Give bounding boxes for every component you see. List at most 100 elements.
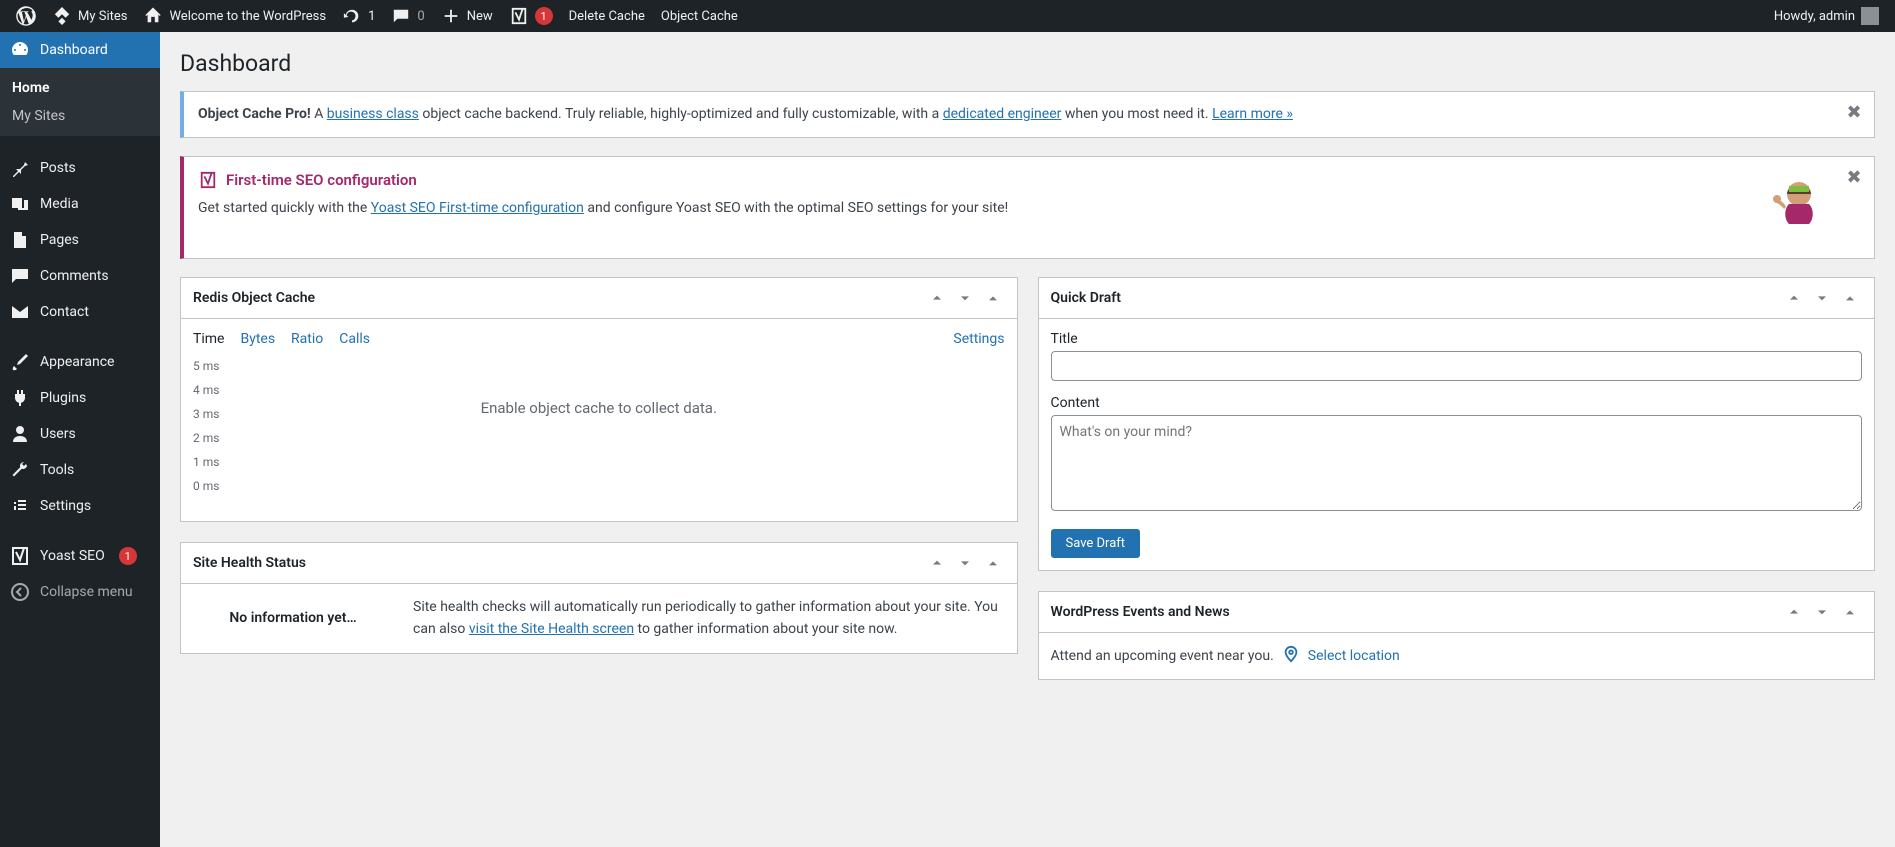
move-down-icon[interactable]: [953, 286, 977, 310]
location-icon: [1282, 645, 1300, 667]
admin-toolbar: My Sites Welcome to the WordPress 1 0 Ne…: [0, 0, 1895, 32]
admin-sidebar: Dashboard Home My Sites Posts Media Page…: [0, 32, 160, 847]
wordpress-icon: [16, 6, 36, 26]
plugin-icon: [10, 388, 30, 408]
ylabel: 0 ms: [193, 479, 219, 493]
yoast-notice-icon: [198, 170, 218, 190]
menu-tools-label: Tools: [40, 462, 74, 478]
menu-users-label: Users: [40, 426, 76, 442]
draft-title-input[interactable]: [1051, 351, 1863, 381]
ylabel: 5 ms: [193, 359, 219, 373]
ocp-learn-more[interactable]: Learn more »: [1212, 106, 1293, 122]
my-account[interactable]: Howdy, admin: [1766, 0, 1887, 32]
ylabel: 2 ms: [193, 431, 219, 445]
toggle-icon[interactable]: [1838, 600, 1862, 624]
page-title: Dashboard: [180, 32, 1875, 91]
my-sites-label: My Sites: [78, 9, 127, 24]
ocp-link-business[interactable]: business class: [327, 106, 419, 122]
comments[interactable]: 0: [383, 0, 432, 32]
submenu-my-sites[interactable]: My Sites: [0, 102, 160, 130]
move-down-icon[interactable]: [1810, 286, 1834, 310]
dismiss-icon[interactable]: ✖: [1844, 102, 1864, 122]
menu-comments[interactable]: Comments: [0, 258, 160, 294]
draft-title-label: Title: [1051, 331, 1863, 347]
menu-media-label: Media: [40, 196, 79, 212]
submenu-home[interactable]: Home: [0, 74, 160, 102]
mail-icon: [10, 302, 30, 322]
health-t2: to gather information about your site no…: [634, 621, 897, 637]
menu-posts[interactable]: Posts: [0, 150, 160, 186]
tab-ratio[interactable]: Ratio: [291, 331, 323, 347]
menu-yoast[interactable]: Yoast SEO1: [0, 538, 160, 574]
content-area: Screen Options Help Dashboard Object Cac…: [160, 32, 1895, 700]
toggle-icon[interactable]: [981, 286, 1005, 310]
select-location-link[interactable]: Select location: [1308, 648, 1400, 664]
howdy-text: Howdy, admin: [1774, 9, 1855, 24]
toggle-icon[interactable]: [1838, 286, 1862, 310]
ylabel: 1 ms: [193, 455, 219, 469]
menu-dashboard[interactable]: Dashboard: [0, 32, 160, 68]
ocp-strong: Object Cache Pro!: [198, 106, 311, 122]
yoast-menu-icon: [10, 546, 30, 566]
object-cache[interactable]: Object Cache: [653, 0, 746, 32]
tab-calls[interactable]: Calls: [339, 331, 370, 347]
health-link[interactable]: visit the Site Health screen: [469, 621, 634, 637]
move-up-icon[interactable]: [925, 286, 949, 310]
menu-pages[interactable]: Pages: [0, 222, 160, 258]
new-content[interactable]: New: [433, 0, 501, 32]
yoast-config-link[interactable]: Yoast SEO First-time configuration: [371, 200, 584, 216]
menu-appearance[interactable]: Appearance: [0, 344, 160, 380]
menu-appearance-label: Appearance: [40, 354, 114, 370]
new-label: New: [467, 9, 493, 24]
brush-icon: [10, 352, 30, 372]
menu-comments-label: Comments: [40, 268, 109, 284]
dashboard-submenu: Home My Sites: [0, 68, 160, 136]
wp-logo[interactable]: [8, 0, 44, 32]
ocp-pre: A: [314, 106, 327, 122]
pin-icon: [10, 158, 30, 178]
updates[interactable]: 1: [334, 0, 383, 32]
menu-tools[interactable]: Tools: [0, 452, 160, 488]
toggle-icon[interactable]: [981, 551, 1005, 575]
multisite-icon: [52, 6, 72, 26]
tab-time[interactable]: Time: [193, 331, 224, 347]
draft-content-textarea[interactable]: [1051, 415, 1863, 511]
menu-media[interactable]: Media: [0, 186, 160, 222]
yoast-menu-badge: 1: [119, 547, 137, 565]
yoast-bar[interactable]: 1: [501, 0, 561, 32]
postbox-quick-draft: Quick Draft Title Content: [1038, 277, 1876, 571]
chart-empty-msg: Enable object cache to collect data.: [481, 399, 717, 417]
move-up-icon[interactable]: [925, 551, 949, 575]
save-draft-button[interactable]: Save Draft: [1051, 529, 1141, 558]
ocp-mid: object cache backend. Truly reliable, hi…: [419, 106, 943, 122]
yoast-icon: [509, 6, 529, 26]
tab-bytes[interactable]: Bytes: [240, 331, 275, 347]
ylabel: 4 ms: [193, 383, 219, 397]
delete-cache[interactable]: Delete Cache: [561, 0, 653, 32]
object-cache-label: Object Cache: [661, 9, 738, 24]
collapse-menu[interactable]: Collapse menu: [0, 574, 160, 610]
health-title: Site Health Status: [193, 555, 925, 571]
settings-icon: [10, 496, 30, 516]
avatar: [1861, 7, 1879, 25]
move-up-icon[interactable]: [1782, 286, 1806, 310]
my-sites[interactable]: My Sites: [44, 0, 135, 32]
menu-contact[interactable]: Contact: [0, 294, 160, 330]
redis-settings-link[interactable]: Settings: [953, 331, 1004, 347]
move-down-icon[interactable]: [1810, 600, 1834, 624]
plus-icon: [441, 6, 461, 26]
dismiss-icon[interactable]: ✖: [1844, 167, 1864, 187]
redis-chart: 5 ms 4 ms 3 ms 2 ms 1 ms 0 ms Enable obj…: [193, 359, 1005, 509]
menu-users[interactable]: Users: [0, 416, 160, 452]
collapse-icon: [10, 582, 30, 602]
ocp-link-engineer[interactable]: dedicated engineer: [943, 106, 1062, 122]
page-icon: [10, 230, 30, 250]
site-name[interactable]: Welcome to the WordPress: [135, 0, 334, 32]
postbox-events: WordPress Events and News Attend an upco…: [1038, 591, 1876, 680]
redis-title: Redis Object Cache: [193, 290, 925, 306]
home-icon: [143, 6, 163, 26]
move-down-icon[interactable]: [953, 551, 977, 575]
move-up-icon[interactable]: [1782, 600, 1806, 624]
menu-settings[interactable]: Settings: [0, 488, 160, 524]
menu-plugins[interactable]: Plugins: [0, 380, 160, 416]
